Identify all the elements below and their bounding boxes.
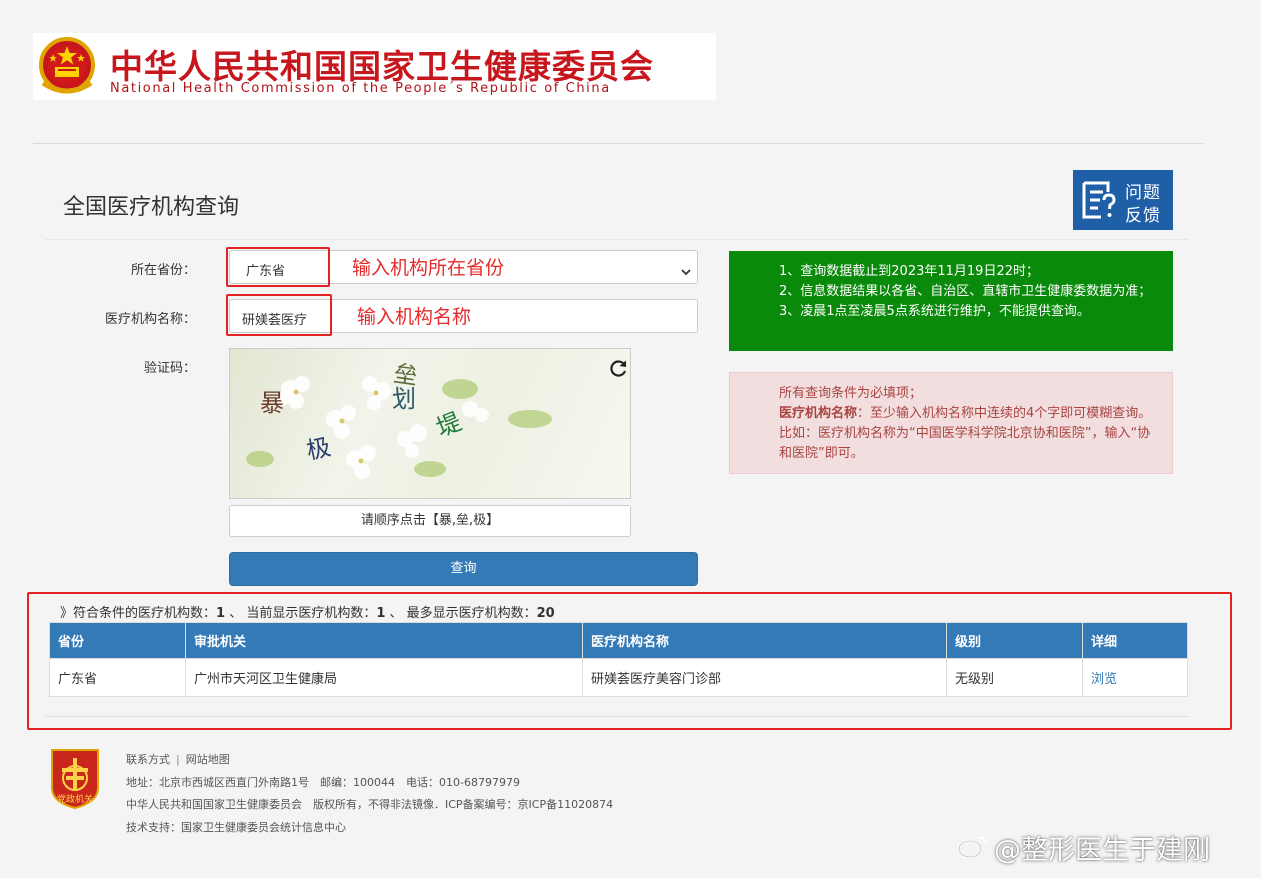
query-button[interactable]: 查询 [229, 552, 698, 586]
footer-links: 联系方式 | 网站地图 [126, 751, 230, 767]
notice-line: 1、查询数据截止到2023年11月19日22时； [779, 264, 1039, 279]
table-row: 广东省 广州市天河区卫生健康局 研媄荟医疗美容门诊部 无级别 浏览 [49, 658, 1188, 697]
national-emblem-icon [35, 37, 99, 97]
province-annotation: 输入机构所在省份 [352, 257, 505, 279]
watermark-text: @整形医生于建刚 [994, 835, 1210, 866]
view-detail-link[interactable]: 浏览 [1091, 672, 1117, 687]
column-header-level: 级别 [946, 622, 1083, 659]
weibo-icon [957, 833, 989, 859]
column-header-detail: 详细 [1082, 622, 1188, 659]
contact-link[interactable]: 联系方式 [126, 753, 170, 766]
cell-authority: 广州市天河区卫生健康局 [185, 658, 583, 697]
alert-line: 所有查询条件为必填项； [779, 386, 923, 401]
match-count: 1 [216, 606, 226, 621]
party-government-badge-icon[interactable]: 党政机关 [48, 748, 102, 810]
alert-body: 医疗机构名称：至少输入机构名称中连续的4个字即可模糊查询。比如：医疗机构名称为“… [779, 404, 1152, 464]
captcha-image[interactable]: 暴 垒 划 堤 极 [229, 348, 631, 499]
feedback-icon [1081, 180, 1117, 220]
captcha-label: 验证码： [143, 361, 196, 376]
column-header-name: 医疗机构名称 [582, 622, 947, 659]
notice-line: 3、凌晨1点至凌晨5点系统进行维护，不能提供查询。 [779, 304, 1090, 319]
cell-province: 广东省 [49, 658, 186, 697]
summary-prefix: 》符合条件的医疗机构数： [60, 606, 217, 621]
column-header-authority: 审批机关 [185, 622, 583, 659]
alert-bold-label: 医疗机构名称 [779, 406, 858, 421]
cell-name: 研媄荟医疗美容门诊部 [582, 658, 947, 697]
summary-mid2: 、 最多显示医疗机构数： [385, 606, 537, 621]
header-divider [33, 143, 1203, 144]
footer-address: 地址：北京市西城区西直门外南路1号 邮编：100044 电话：010-68797… [126, 776, 520, 789]
results-divider [45, 716, 1188, 717]
column-header-province: 省份 [49, 622, 186, 659]
captcha-hint: 请顺序点击【暴,垒,极】 [229, 505, 631, 537]
org-name-highlight-box [226, 294, 332, 336]
sitemap-link[interactable]: 网站地图 [186, 753, 230, 766]
feedback-button[interactable]: 问题 反馈 [1073, 170, 1173, 230]
max-count: 20 [536, 606, 555, 621]
org-name-annotation: 输入机构名称 [357, 306, 472, 328]
province-highlight-box [226, 247, 330, 287]
footer-copyright: 中华人民共和国国家卫生健康委员会 版权所有，不得非法镜像．ICP备案编号：京IC… [126, 798, 614, 811]
footer-support: 技术支持：国家卫生健康委员会统计信息中心 [126, 821, 346, 834]
footer-link-separator: | [176, 753, 180, 766]
chevron-down-icon [681, 262, 691, 276]
summary-mid: 、 当前显示医疗机构数： [225, 606, 377, 621]
feedback-label-line2: 反馈 [1125, 206, 1161, 226]
feedback-label-line1: 问题 [1125, 183, 1161, 203]
table-header-row: 省份 审批机关 医疗机构名称 级别 详细 [49, 622, 1188, 659]
captcha-char[interactable]: 划 [392, 379, 416, 414]
site-subtitle-english: National Health Commission of the People… [110, 81, 611, 96]
results-table: 省份 审批机关 医疗机构名称 级别 详细 广东省 广州市天河区卫生健康局 研媄荟… [49, 622, 1188, 697]
cell-level: 无级别 [946, 658, 1083, 697]
result-summary: 》符合条件的医疗机构数：1 、 当前显示医疗机构数：1 、 最多显示医疗机构数：… [60, 602, 555, 621]
refresh-icon[interactable] [609, 358, 629, 378]
org-name-label: 医疗机构名称： [104, 312, 196, 327]
notice-line: 2、信息数据结果以各省、自治区、直辖市卫生健康委数据为准； [779, 284, 1152, 299]
cell-detail: 浏览 [1082, 658, 1188, 697]
page-title: 全国医疗机构查询 [63, 195, 240, 220]
province-label: 所在省份： [130, 263, 196, 278]
badge-text: 党政机关 [57, 793, 93, 805]
title-divider [45, 239, 1188, 240]
requirements-alert: 所有查询条件为必填项； 医疗机构名称：至少输入机构名称中连续的4个字即可模糊查询… [729, 372, 1173, 474]
captcha-char[interactable]: 暴 [260, 383, 284, 418]
notice-panel: 1、查询数据截止到2023年11月19日22时； 2、信息数据结果以各省、自治区… [729, 251, 1173, 351]
